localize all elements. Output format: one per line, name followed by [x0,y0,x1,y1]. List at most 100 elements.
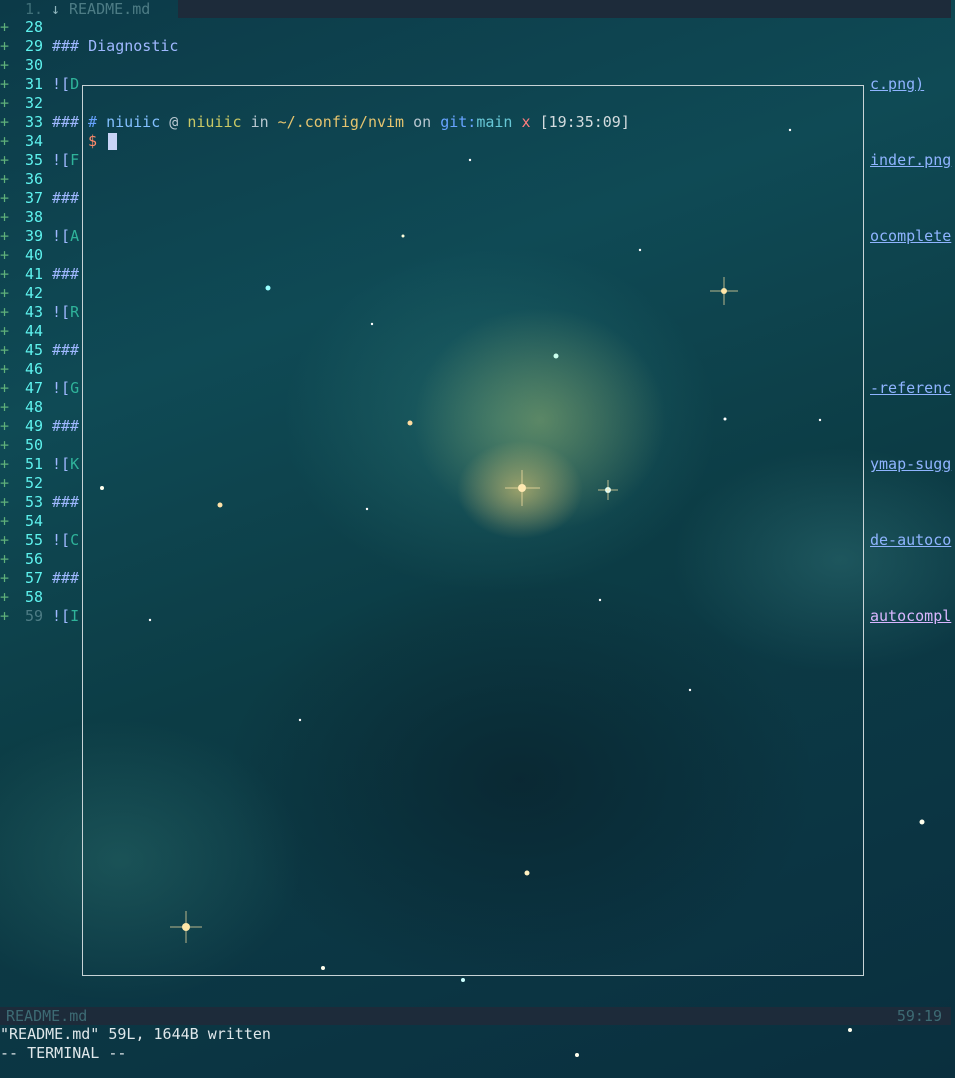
line-text: ### [52,417,80,435]
line-link-tail[interactable]: de-autoco [870,531,951,550]
line-number: 49 [24,417,43,435]
line-number: 51 [24,455,43,473]
line-text: ### [52,189,80,207]
line-text: ### [52,493,80,511]
git-sign-icon: + [0,208,10,226]
git-sign-icon: + [0,417,10,435]
line-number: 40 [24,246,43,264]
line-number: 43 [24,303,43,321]
line-number: 50 [24,436,43,454]
prompt-dirty-marker: x [521,113,531,131]
prompt-git: git: [440,113,477,131]
line-text: ![I [52,607,80,625]
git-sign-icon: + [0,151,10,169]
tabline: 1. ↓ README.md [0,0,955,18]
line-number: 35 [24,151,43,169]
git-sign-icon: + [0,246,10,264]
line-link-tail[interactable]: inder.png [870,151,951,170]
line-number: 59 [24,607,43,625]
line-number: 32 [24,94,43,112]
git-sign-icon: + [0,360,10,378]
status-filename: README.md [6,1007,88,1025]
arrow-down-icon: ↓ [51,0,61,18]
line-text: ### [52,341,80,359]
line-number: 31 [24,75,43,93]
line-number: 53 [24,493,43,511]
git-sign-icon: + [0,531,10,549]
line-link-tail[interactable]: ymap-sugg [870,455,951,474]
tab-label: README.md [69,0,151,18]
prompt-branch: main [476,113,513,131]
line-text: ### [52,265,80,283]
line-text: ![D [52,75,80,93]
line-text: ![K [52,455,80,473]
line-text: ![F [52,151,80,169]
terminal-input-line[interactable]: $ [88,132,118,151]
line-text: ### [52,569,80,587]
line-link-tail[interactable]: c.png) [870,75,924,94]
line-text: ### Diagnostic [52,37,179,55]
terminal-prompt-line: # niuiic @ niuiic in ~/.config/nvim on g… [88,113,630,132]
line-number: 56 [24,550,43,568]
cmdline-message: "README.md" 59L, 1644B written [0,1025,271,1043]
git-sign-icon: + [0,75,10,93]
line-number: 37 [24,189,43,207]
line-number: 52 [24,474,43,492]
line-link-tail[interactable]: autocompl [870,607,951,626]
git-sign-icon: + [0,56,10,74]
git-sign-icon: + [0,512,10,530]
line-number: 45 [24,341,43,359]
line-number: 34 [24,132,43,150]
line-number: 36 [24,170,43,188]
git-sign-icon: + [0,284,10,302]
git-sign-icon: + [0,189,10,207]
git-sign-icon: + [0,569,10,587]
git-sign-icon: + [0,132,10,150]
prompt-hash: # [88,113,98,131]
input-prompt: $ [88,132,98,150]
git-sign-icon: + [0,607,10,625]
line-number: 58 [24,588,43,606]
line-text: ![A [52,227,80,245]
line-number: 46 [24,360,43,378]
git-sign-icon: + [0,379,10,397]
line-text: ### [52,113,80,131]
git-sign-icon: + [0,303,10,321]
tab-readme[interactable]: 1. ↓ README.md [0,0,176,18]
line-number: 38 [24,208,43,226]
tab-number: 1. [25,0,44,18]
git-sign-icon: + [0,588,10,606]
terminal-cursor [108,133,118,150]
git-sign-icon: + [0,170,10,188]
line-number: 41 [24,265,43,283]
tabline-fill [178,0,951,18]
line-link-tail[interactable]: -referenc [870,379,951,398]
line-number: 39 [24,227,43,245]
line-number: 48 [24,398,43,416]
prompt-at: @ [169,113,179,131]
line-number: 54 [24,512,43,530]
prompt-host: niuiic [187,113,242,131]
line-number: 30 [24,56,43,74]
line-number: 44 [24,322,43,340]
line-number: 33 [24,113,43,131]
prompt-on: on [413,113,432,131]
line-text: ![G [52,379,80,397]
line-number: 29 [24,37,43,55]
prompt-path: ~/.config/nvim [277,113,405,131]
prompt-user: niuiic [106,113,161,131]
git-sign-icon: + [0,265,10,283]
floating-terminal[interactable]: # niuiic @ niuiic in ~/.config/nvim on g… [82,85,864,976]
line-text: ![C [52,531,80,549]
git-sign-icon: + [0,37,10,55]
git-sign-icon: + [0,398,10,416]
line-number: 47 [24,379,43,397]
git-sign-icon: + [0,474,10,492]
line-link-tail[interactable]: ocomplete [870,227,951,246]
git-sign-icon: + [0,322,10,340]
statusline: README.md 59:19 [0,1007,951,1025]
line-text: ![R [52,303,80,321]
prompt-in: in [250,113,269,131]
line-number: 57 [24,569,43,587]
git-sign-icon: + [0,455,10,473]
